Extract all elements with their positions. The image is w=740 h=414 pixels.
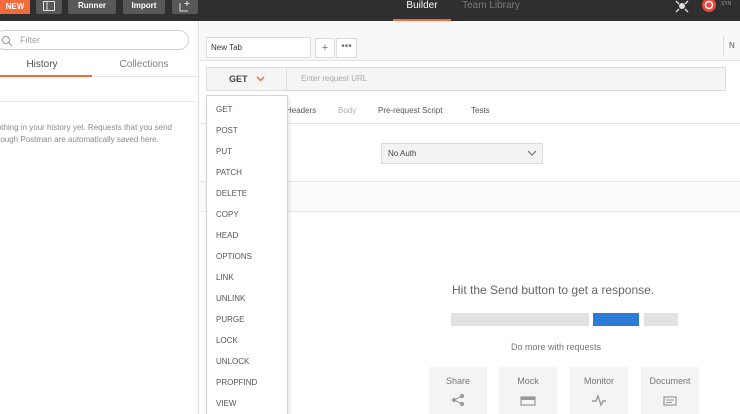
method-value: GET: [229, 74, 248, 84]
card-label: Mock: [517, 376, 539, 386]
chevron-down-icon: [527, 150, 537, 156]
response-hint: Hit the Send button to get a response.: [452, 283, 655, 297]
auth-type-value: No Auth: [388, 149, 417, 158]
tab-tests[interactable]: Tests: [471, 97, 490, 125]
method-option-propfind[interactable]: PROPFIND: [207, 372, 287, 393]
tab-body[interactable]: Body: [338, 97, 356, 125]
method-option-put[interactable]: PUT: [207, 141, 287, 162]
new-window-button[interactable]: [172, 0, 198, 14]
import-button[interactable]: Import: [123, 0, 165, 14]
tab-pre-request-script[interactable]: Pre-request Script: [378, 97, 442, 125]
top-bar: NEW Runner Import Builder Team Library S…: [0, 0, 740, 21]
card-label: Share: [445, 376, 471, 386]
toggle-sidebar-button[interactable]: [36, 0, 62, 14]
placeholder-bar: [451, 313, 589, 326]
method-option-patch[interactable]: PATCH: [207, 162, 287, 183]
url-row: GET Enter request URL: [206, 67, 726, 91]
runner-button[interactable]: Runner: [68, 0, 116, 14]
method-option-post[interactable]: POST: [207, 120, 287, 141]
send-hint-bar: [593, 313, 639, 326]
method-option-unlink[interactable]: UNLINK: [207, 288, 287, 309]
method-option-unlock[interactable]: UNLOCK: [207, 351, 287, 372]
filter-input[interactable]: Filter: [0, 30, 189, 50]
tab-builder[interactable]: Builder: [393, 0, 451, 21]
method-option-view[interactable]: VIEW: [207, 393, 287, 414]
card-label: Monitor: [583, 376, 614, 386]
interceptor-icon[interactable]: [674, 0, 690, 14]
tab-headers[interactable]: Headers: [286, 97, 316, 125]
sync-label: SYN: [721, 1, 732, 7]
method-option-lock[interactable]: LOCK: [207, 330, 287, 351]
request-tab-strip: New Tab + ••• N: [200, 21, 740, 61]
monitor-pulse-icon: [592, 394, 606, 406]
mock-server-icon: [520, 396, 536, 406]
card-monitor[interactable]: Monitor: [570, 367, 628, 414]
chevron-down-icon: [256, 76, 265, 82]
placeholder-bar: [644, 313, 678, 326]
method-option-get[interactable]: GET: [207, 99, 287, 120]
new-window-icon: [179, 1, 190, 12]
method-option-copy[interactable]: COPY: [207, 204, 287, 225]
tab-team-library[interactable]: Team Library: [457, 0, 525, 12]
method-option-delete[interactable]: DELETE: [207, 183, 287, 204]
search-icon: [2, 36, 13, 47]
new-button[interactable]: NEW: [0, 0, 30, 14]
share-icon: [452, 394, 464, 406]
method-select[interactable]: GET: [206, 67, 287, 91]
more-tabs-button[interactable]: •••: [336, 38, 357, 58]
document-icon: [663, 396, 677, 406]
method-option-head[interactable]: HEAD: [207, 225, 287, 246]
method-option-options[interactable]: OPTIONS: [207, 246, 287, 267]
url-input[interactable]: Enter request URL: [287, 67, 726, 91]
environment-select[interactable]: N: [723, 36, 740, 56]
history-empty-message: Nothing in your history yet. Requests th…: [0, 123, 172, 144]
card-share[interactable]: Share: [429, 367, 487, 414]
sync-icon[interactable]: [700, 0, 720, 14]
sidebar-layout-icon: [43, 1, 55, 11]
sidebar: Filter History Collections Nothing in yo…: [0, 21, 199, 414]
request-tab[interactable]: New Tab: [206, 37, 311, 58]
filter-placeholder: Filter: [20, 35, 40, 45]
divider: [0, 101, 199, 102]
method-dropdown-menu: GET POST PUT PATCH DELETE COPY HEAD OPTI…: [206, 95, 288, 414]
card-document[interactable]: Document: [641, 367, 699, 414]
auth-type-select[interactable]: No Auth: [381, 143, 543, 164]
tab-collections[interactable]: Collections: [94, 55, 194, 77]
tab-history[interactable]: History: [0, 55, 92, 77]
sidebar-tabs: History Collections: [0, 55, 199, 77]
more-with-requests: Do more with requests: [511, 342, 602, 352]
card-label: Document: [649, 376, 691, 386]
method-option-link[interactable]: LINK: [207, 267, 287, 288]
add-tab-button[interactable]: +: [315, 38, 335, 58]
method-option-purge[interactable]: PURGE: [207, 309, 287, 330]
card-mock[interactable]: Mock: [499, 367, 557, 414]
